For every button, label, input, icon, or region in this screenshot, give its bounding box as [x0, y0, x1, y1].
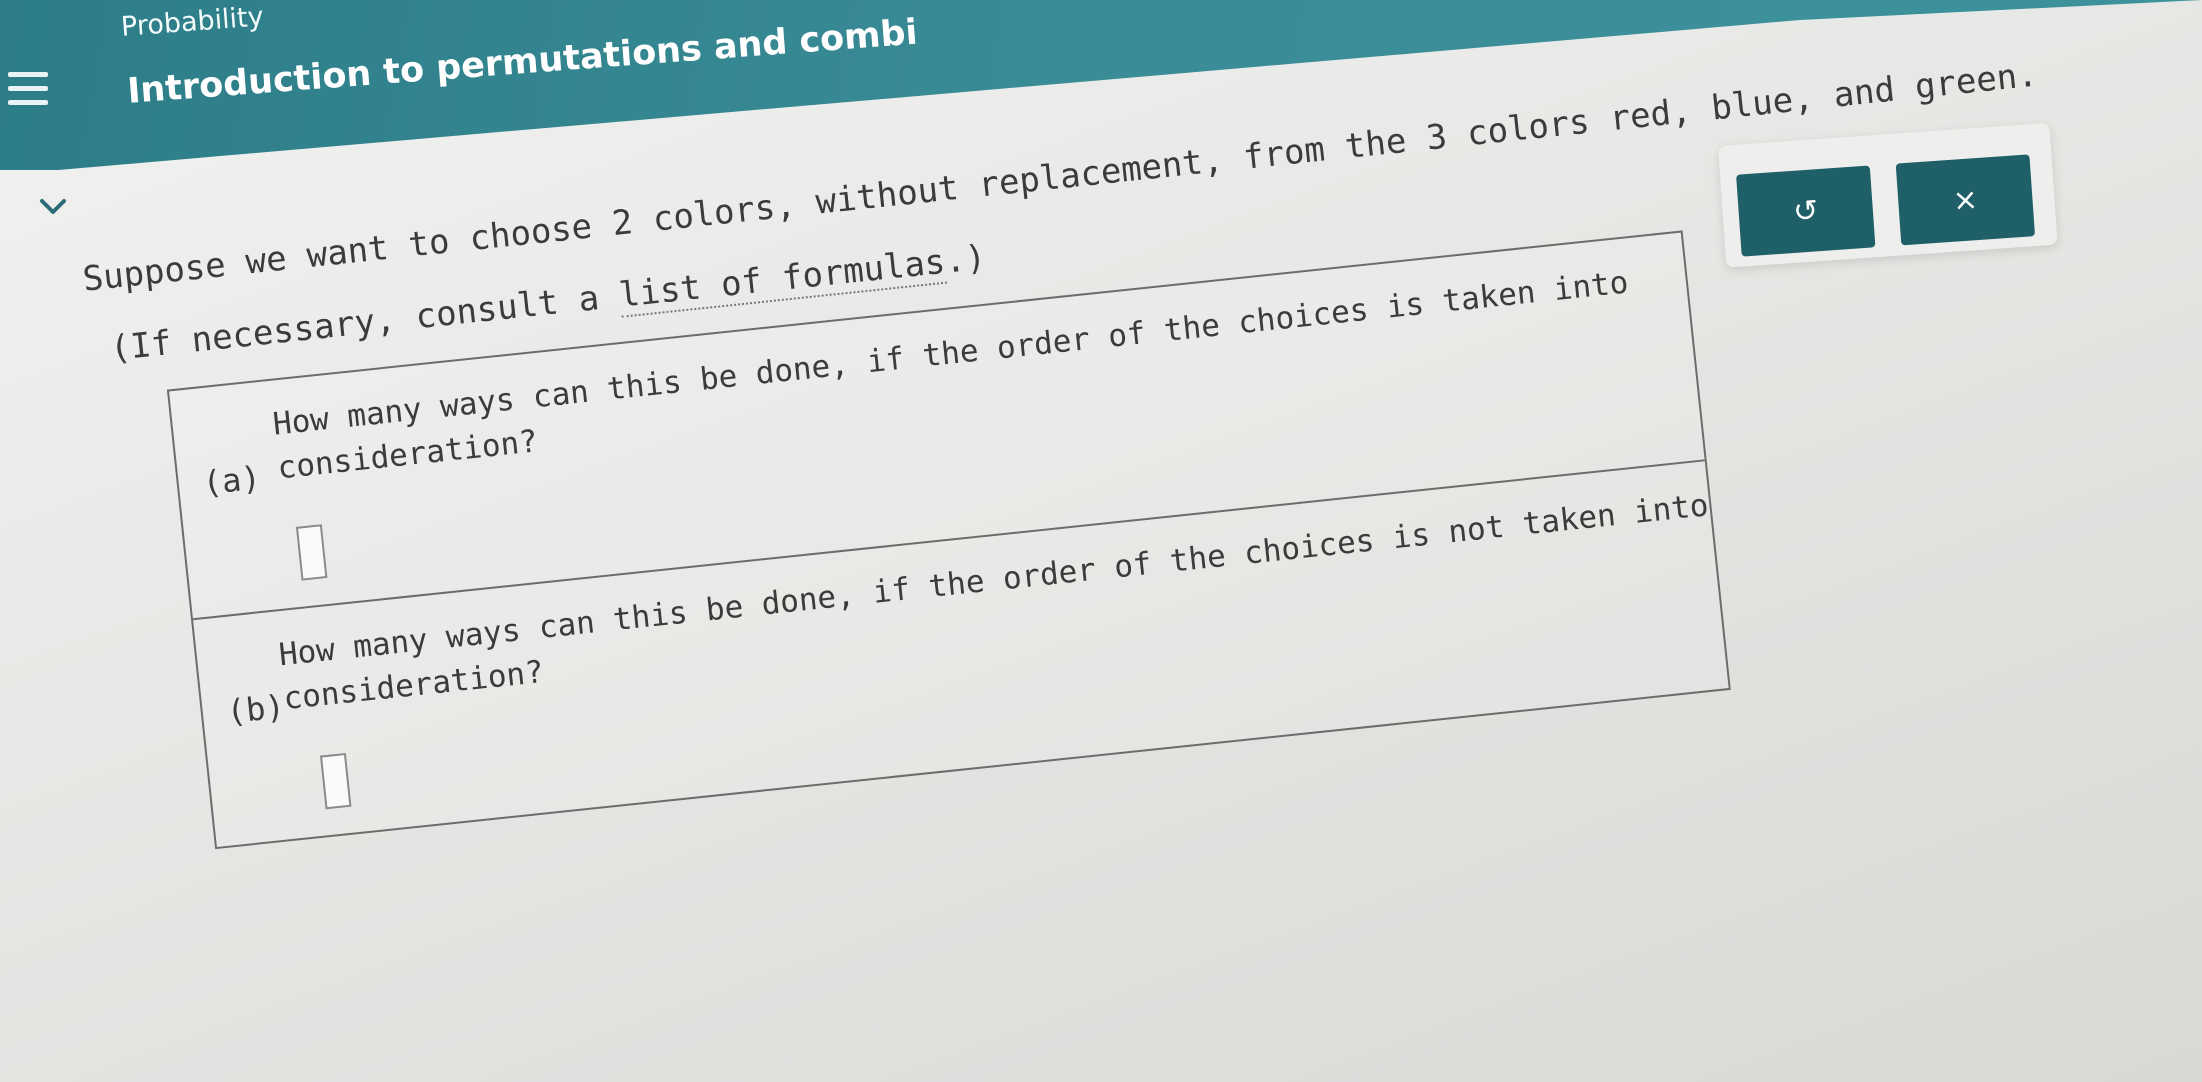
part-label: (b) — [224, 687, 287, 732]
chevron-down-icon[interactable] — [38, 192, 68, 222]
list-of-formulas-link[interactable]: list of formulas — [617, 241, 948, 318]
formulas-suffix: .) — [942, 237, 988, 282]
undo-icon: ↺ — [1791, 192, 1820, 230]
close-icon: × — [1951, 181, 1980, 219]
hamburger-menu-icon[interactable] — [8, 72, 48, 108]
answer-input-a[interactable] — [295, 524, 328, 581]
problem-content: Suppose we want to choose 2 colors, with… — [80, 55, 2039, 857]
answer-input-b[interactable] — [319, 752, 352, 810]
clear-button[interactable]: × — [1895, 154, 2036, 246]
answer-tools: ↺ × — [1718, 122, 2058, 268]
undo-button[interactable]: ↺ — [1736, 165, 1876, 257]
part-label: (a) — [200, 458, 263, 503]
